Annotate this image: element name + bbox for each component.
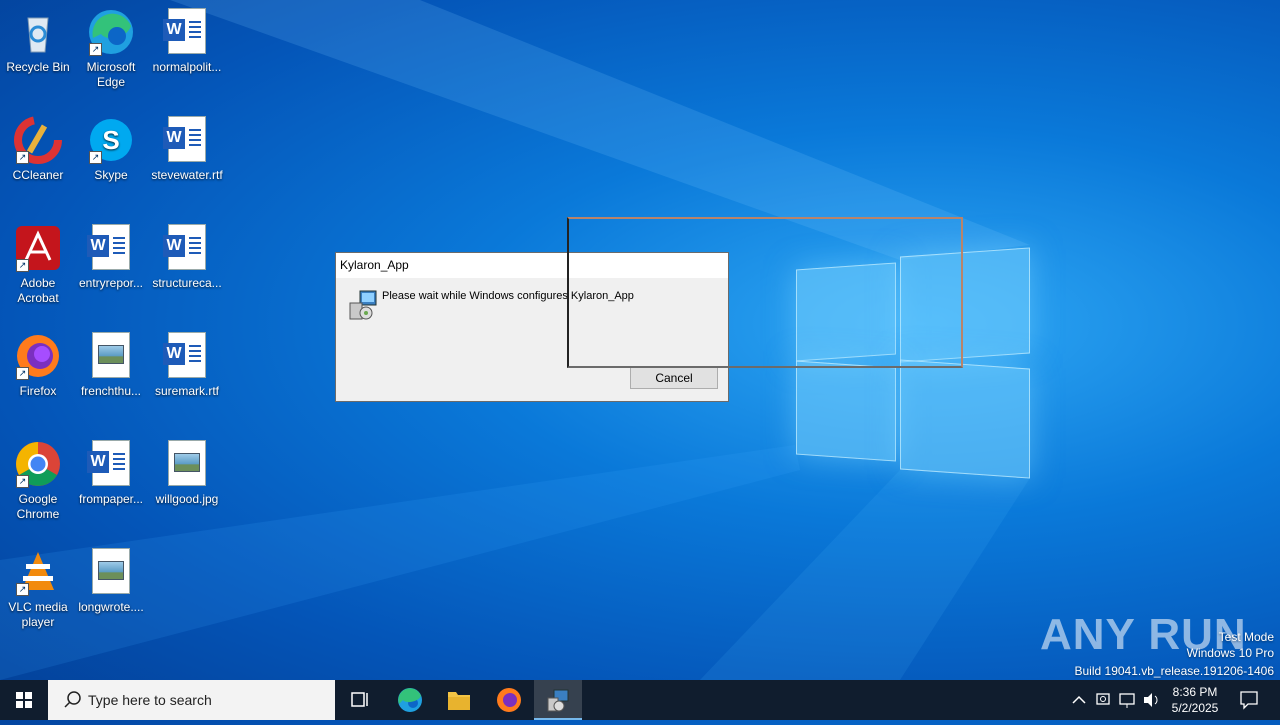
desktop-icon-frompaper[interactable]: W frompaper... (73, 440, 149, 507)
icon-label: Recycle Bin (6, 60, 70, 74)
windows-logo (796, 240, 1031, 480)
ccleaner-icon: ↗ (14, 116, 62, 164)
image-file-icon (163, 440, 211, 488)
icon-label: Skype (94, 168, 128, 182)
edge-icon: ↗ (87, 8, 135, 56)
desktop-icon-microsoft-edge[interactable]: ↗ Microsoft Edge (73, 8, 149, 90)
icon-label: Firefox (19, 384, 57, 398)
folder-icon (448, 692, 470, 710)
icon-label: normalpolit... (152, 60, 222, 74)
taskbar-edge[interactable] (386, 680, 434, 720)
desktop-icon-willgood[interactable]: willgood.jpg (149, 440, 225, 507)
desktop-icon-google-chrome[interactable]: ↗ Google Chrome (0, 440, 76, 522)
watermark-edition: Windows 10 Pro (1186, 646, 1274, 660)
icon-label: Adobe Acrobat (17, 276, 59, 305)
icon-label: frompaper... (78, 492, 144, 506)
desktop-icon-recycle-bin[interactable]: Recycle Bin (0, 8, 76, 75)
icon-label: structureca... (152, 276, 222, 290)
svg-text:S: S (102, 125, 119, 155)
desktop-icon-structureca[interactable]: W structureca... (149, 224, 225, 291)
icon-label: willgood.jpg (155, 492, 219, 506)
desktop-icon-adobe-acrobat[interactable]: ↗ Adobe Acrobat (0, 224, 76, 306)
clock-date: 5/2/2025 (1171, 701, 1219, 715)
desktop-icon-normalpolit[interactable]: W normalpolit... (149, 8, 225, 75)
desktop-icon-vlc[interactable]: ↗ VLC media player (0, 548, 76, 630)
action-center-button[interactable] (1234, 680, 1264, 720)
icon-label: suremark.rtf (154, 384, 219, 398)
word-document-icon: W (87, 224, 135, 272)
icon-label: Microsoft Edge (86, 60, 136, 89)
desktop-icon-suremark[interactable]: W suremark.rtf (149, 332, 225, 399)
network-icon (1119, 693, 1135, 708)
installer-icon (547, 689, 569, 712)
chrome-icon: ↗ (14, 440, 62, 488)
desktop-icon-firefox[interactable]: ↗ Firefox (0, 332, 76, 399)
image-file-icon (87, 332, 135, 380)
desktop-icon-entryrepor[interactable]: W entryrepor... (73, 224, 149, 291)
watermark-test-mode: Test Mode (1218, 630, 1274, 644)
acrobat-icon: ↗ (14, 224, 62, 272)
word-document-icon: W (163, 116, 211, 164)
taskbar-clock[interactable]: 8:36 PM 5/2/2025 (1162, 684, 1228, 716)
edge-icon (398, 688, 422, 712)
cancel-button[interactable]: Cancel (630, 367, 718, 389)
word-document-icon: W (163, 332, 211, 380)
word-document-icon: W (163, 224, 211, 272)
notification-icon (1240, 691, 1258, 710)
task-view-button[interactable] (336, 680, 384, 720)
webcam-icon (1096, 693, 1110, 705)
icon-label: VLC media player (8, 600, 68, 629)
word-document-icon: W (163, 8, 211, 56)
recycle-bin-icon (14, 8, 62, 56)
icon-label: entryrepor... (78, 276, 144, 290)
installer-dialog[interactable]: Kylaron_App Please wait while Windows co… (335, 252, 729, 402)
skype-icon: S ↗ (87, 116, 135, 164)
installer-icon (348, 289, 378, 321)
image-file-icon (87, 548, 135, 596)
tray-icon-meet[interactable] (1092, 680, 1114, 720)
desktop-icon-ccleaner[interactable]: ↗ CCleaner (0, 116, 76, 183)
taskbar: Type here to search 8:36 PM 5/2/2025 (0, 680, 1280, 720)
firefox-icon: ↗ (14, 332, 62, 380)
taskbar-file-explorer[interactable] (435, 680, 483, 720)
start-button[interactable] (0, 680, 48, 720)
dialog-message: Please wait while Windows configures Kyl… (382, 290, 634, 302)
volume-button[interactable] (1140, 680, 1162, 720)
firefox-icon (497, 688, 521, 712)
task-view-icon (351, 692, 368, 707)
icon-label: stevewater.rtf (151, 168, 223, 182)
windows-start-icon (16, 692, 32, 708)
network-button[interactable] (1116, 680, 1138, 720)
speaker-icon (1144, 693, 1158, 707)
icon-label: frenchthu... (80, 384, 142, 398)
show-hidden-icons-button[interactable] (1068, 680, 1090, 720)
desktop-icon-longwrote[interactable]: longwrote.... (73, 548, 149, 615)
chevron-up-icon (1072, 695, 1086, 704)
desktop-icon-skype[interactable]: S ↗ Skype (73, 116, 149, 183)
dialog-title[interactable]: Kylaron_App (336, 253, 728, 278)
icon-label: CCleaner (12, 168, 64, 182)
vlc-icon: ↗ (14, 548, 62, 596)
icon-label: Google Chrome (16, 492, 60, 521)
clock-time: 8:36 PM (1172, 685, 1218, 699)
search-placeholder: Type here to search (88, 692, 212, 708)
word-document-icon: W (87, 440, 135, 488)
icon-label: longwrote.... (78, 600, 144, 614)
desktop-icon-frenchthu[interactable]: frenchthu... (73, 332, 149, 399)
taskbar-installer[interactable] (534, 680, 582, 720)
taskbar-firefox[interactable] (485, 680, 533, 720)
watermark-build: Build 19041.vb_release.191206-1406 (1074, 664, 1275, 678)
desktop-icon-stevewater[interactable]: W stevewater.rtf (149, 116, 225, 183)
taskbar-search-box[interactable]: Type here to search (48, 680, 335, 720)
